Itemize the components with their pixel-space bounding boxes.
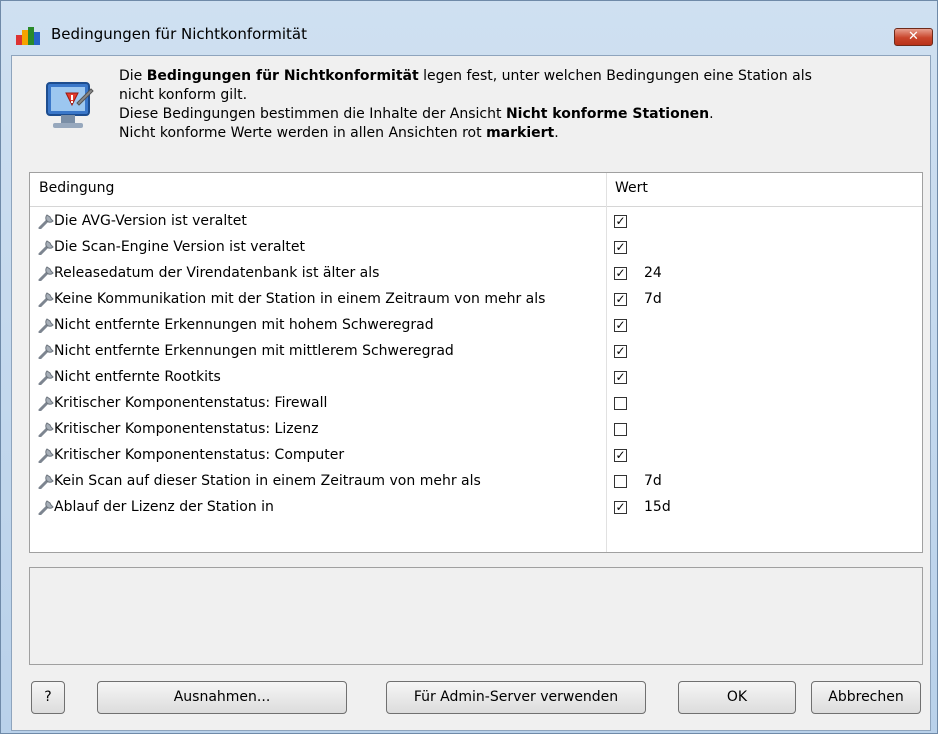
table-row[interactable]: Releasedatum der Virendatenbank ist älte…	[30, 261, 922, 287]
condition-label: Nicht entfernte Erkennungen mit hohem Sc…	[54, 317, 434, 333]
condition-label: Kritischer Komponentenstatus: Computer	[54, 447, 345, 463]
computer-warning-icon	[46, 82, 94, 128]
use-for-admin-server-button[interactable]: Für Admin-Server verwenden	[386, 681, 646, 714]
condition-checkbox[interactable]: ✓	[614, 449, 627, 462]
table-row[interactable]: Kritischer Komponentenstatus: Firewall	[30, 391, 922, 417]
condition-checkbox[interactable]: ✓	[614, 319, 627, 332]
condition-label: Nicht entfernte Erkennungen mit mittlere…	[54, 343, 454, 359]
window-title: Bedingungen für Nichtkonformität	[51, 25, 307, 43]
condition-checkbox[interactable]: ✓	[614, 371, 627, 384]
table-row[interactable]: Nicht entfernte Erkennungen mit mittlere…	[30, 339, 922, 365]
close-button[interactable]: ✕	[894, 28, 933, 46]
condition-value[interactable]: 24	[644, 265, 662, 281]
condition-checkbox[interactable]: ✓	[614, 501, 627, 514]
condition-label: Ablauf der Lizenz der Station in	[54, 499, 274, 515]
table-row[interactable]: Die Scan-Engine Version ist veraltet ✓	[30, 235, 922, 261]
avg-logo-icon	[16, 27, 40, 45]
description-text: Die Bedingungen für Nichtkonformität leg…	[119, 68, 812, 141]
condition-checkbox[interactable]	[614, 475, 627, 488]
condition-checkbox[interactable]	[614, 397, 627, 410]
column-header-condition[interactable]: Bedingung	[30, 173, 606, 207]
condition-value[interactable]: 7d	[644, 291, 662, 307]
condition-label: Die AVG-Version ist veraltet	[54, 213, 247, 229]
table-row[interactable]: Die AVG-Version ist veraltet ✓	[30, 209, 922, 235]
condition-checkbox[interactable]: ✓	[614, 241, 627, 254]
condition-label: Kritischer Komponentenstatus: Lizenz	[54, 421, 319, 437]
condition-label: Die Scan-Engine Version ist veraltet	[54, 239, 306, 255]
table-row[interactable]: Nicht entfernte Rootkits ✓	[30, 365, 922, 391]
ok-button[interactable]: OK	[678, 681, 796, 714]
cancel-button[interactable]: Abbrechen	[811, 681, 921, 714]
bold-term-marked: markiert	[486, 125, 555, 141]
condition-value[interactable]: 7d	[644, 473, 662, 489]
condition-checkbox[interactable]: ✓	[614, 293, 627, 306]
table-row[interactable]: Kein Scan auf dieser Station in einem Ze…	[30, 469, 922, 495]
table-row[interactable]: Nicht entfernte Erkennungen mit hohem Sc…	[30, 313, 922, 339]
dialog-window: Bedingungen für Nichtkonformität ✕ Die B…	[0, 0, 938, 734]
condition-label: Releasedatum der Virendatenbank ist älte…	[54, 265, 380, 281]
condition-checkbox[interactable]: ✓	[614, 267, 627, 280]
info-panel	[29, 567, 923, 665]
bold-term-conditions: Bedingungen für Nichtkonformität	[146, 68, 419, 84]
column-header-value[interactable]: Wert	[607, 173, 922, 207]
table-row[interactable]: Keine Kommunikation mit der Station in e…	[30, 287, 922, 313]
condition-checkbox[interactable]: ✓	[614, 345, 627, 358]
exceptions-button[interactable]: Ausnahmen...	[97, 681, 347, 714]
bold-term-view: Nicht konforme Stationen	[505, 106, 710, 122]
condition-checkbox[interactable]: ✓	[614, 215, 627, 228]
table-row[interactable]: Ablauf der Lizenz der Station in ✓ 15d	[30, 495, 922, 521]
condition-value[interactable]: 15d	[644, 499, 671, 515]
conditions-grid[interactable]: Bedingung Wert Die AVG-Version ist veral…	[29, 172, 923, 553]
condition-label: Nicht entfernte Rootkits	[54, 369, 221, 385]
condition-checkbox[interactable]	[614, 423, 627, 436]
table-row[interactable]: Kritischer Komponentenstatus: Computer ✓	[30, 443, 922, 469]
condition-label: Kritischer Komponentenstatus: Firewall	[54, 395, 328, 411]
condition-label: Kein Scan auf dieser Station in einem Ze…	[54, 473, 481, 489]
help-button[interactable]: ?	[31, 681, 65, 714]
condition-label: Keine Kommunikation mit der Station in e…	[54, 291, 546, 307]
table-row[interactable]: Kritischer Komponentenstatus: Lizenz	[30, 417, 922, 443]
title-bar[interactable]: Bedingungen für Nichtkonformität ✕	[1, 1, 938, 46]
